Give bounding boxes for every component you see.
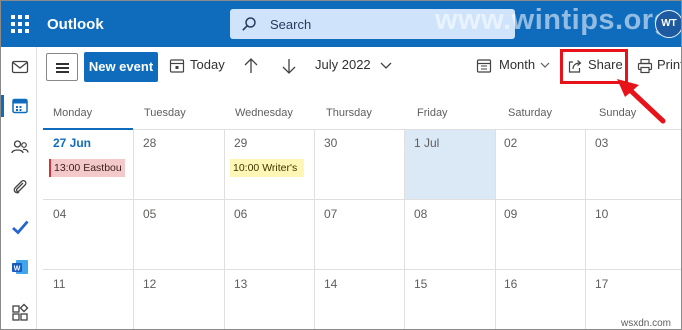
weekday-header-thursday: Thursday [326, 107, 372, 119]
left-rail: W [1, 47, 37, 329]
current-month-label[interactable]: July 2022 [315, 57, 371, 72]
day-cell[interactable]: 03 [595, 136, 608, 150]
arrow-down-icon[interactable] [281, 57, 297, 75]
people-icon[interactable] [10, 137, 30, 157]
search-placeholder: Search [270, 17, 312, 32]
app-title[interactable]: Outlook [47, 16, 104, 33]
print-button[interactable]: Print [657, 57, 681, 72]
day-cell-today[interactable]: 27 Jun [53, 136, 91, 150]
avatar[interactable]: WT [655, 10, 681, 38]
grid-column-line [133, 130, 134, 329]
grid-column-line [314, 130, 315, 329]
view-chevron-down-icon[interactable] [540, 62, 550, 69]
day-cell-selected[interactable]: 1 Jul [414, 136, 439, 150]
view-selector[interactable]: Month [499, 57, 535, 72]
day-cell[interactable]: 28 [143, 136, 156, 150]
word-icon[interactable]: W [10, 257, 30, 277]
arrow-up-icon[interactable] [243, 57, 259, 75]
grid-row-line [43, 199, 681, 200]
day-cell[interactable]: 11 [53, 277, 65, 291]
attachment-icon[interactable] [10, 177, 30, 197]
weekday-header-monday: Monday [53, 107, 93, 119]
day-cell[interactable]: 29 [234, 136, 247, 150]
day-cell[interactable]: 06 [234, 207, 247, 221]
new-event-button[interactable]: New event [84, 52, 158, 82]
day-cell[interactable]: 04 [53, 207, 66, 221]
month-view-icon[interactable] [476, 58, 492, 74]
day-cell[interactable]: 08 [414, 207, 427, 221]
calendar-icon[interactable] [10, 96, 30, 116]
share-icon[interactable] [567, 58, 583, 74]
day-cell[interactable]: 17 [595, 277, 608, 291]
chevron-down-icon[interactable] [380, 62, 392, 70]
site-watermark: wsxdn.com [621, 318, 672, 329]
day-cell[interactable]: 16 [504, 277, 517, 291]
annotation-arrow [617, 79, 666, 124]
day-cell[interactable]: 09 [504, 207, 517, 221]
day-cell[interactable]: 10 [595, 207, 608, 221]
day-cell[interactable]: 15 [414, 277, 427, 291]
weekday-header-tuesday: Tuesday [144, 107, 186, 119]
top-bar: Outlook Search www.wintips.org WT [1, 1, 681, 47]
today-calendar-icon[interactable] [169, 58, 185, 74]
mail-icon[interactable] [10, 57, 30, 77]
todo-icon[interactable] [10, 217, 30, 237]
apps-icon[interactable] [10, 303, 30, 323]
grid-column-line [404, 130, 405, 329]
weekday-header-friday: Friday [417, 107, 448, 119]
print-icon[interactable] [637, 58, 653, 74]
svg-text:W: W [14, 266, 21, 273]
day-cell[interactable]: 05 [143, 207, 156, 221]
grid-column-line [224, 130, 225, 329]
day-cell[interactable]: 13 [234, 277, 247, 291]
share-button[interactable]: Share [588, 57, 623, 72]
grid-column-line [495, 130, 496, 329]
toolbar: New event Today July 2022 Month Share Pr… [37, 47, 681, 87]
day-cell[interactable]: 02 [504, 136, 517, 150]
header-divider [43, 129, 681, 130]
weekday-header-saturday: Saturday [508, 107, 553, 119]
search-icon [242, 17, 256, 31]
month-calendar-grid: Monday Tuesday Wednesday Thursday Friday… [37, 87, 681, 329]
day-cell[interactable]: 12 [143, 277, 156, 291]
calendar-event[interactable]: 10:00 Writer's [230, 159, 304, 177]
outlook-window: Outlook Search www.wintips.org WT W New … [0, 0, 682, 330]
day-cell[interactable]: 30 [324, 136, 337, 150]
active-indicator [1, 95, 4, 117]
grid-row-line [43, 269, 681, 270]
calendar-event[interactable]: 13:00 Eastbou [49, 159, 125, 177]
today-button[interactable]: Today [190, 57, 225, 72]
day-cell[interactable]: 14 [324, 277, 337, 291]
day-cell[interactable]: 07 [324, 207, 337, 221]
watermark-text: www.wintips.org [435, 4, 672, 36]
app-launcher-icon[interactable] [11, 15, 29, 33]
grid-column-line [585, 130, 586, 329]
weekday-header-wednesday: Wednesday [235, 107, 293, 119]
today-column-indicator [43, 128, 133, 130]
menu-toggle-button[interactable] [46, 53, 78, 81]
